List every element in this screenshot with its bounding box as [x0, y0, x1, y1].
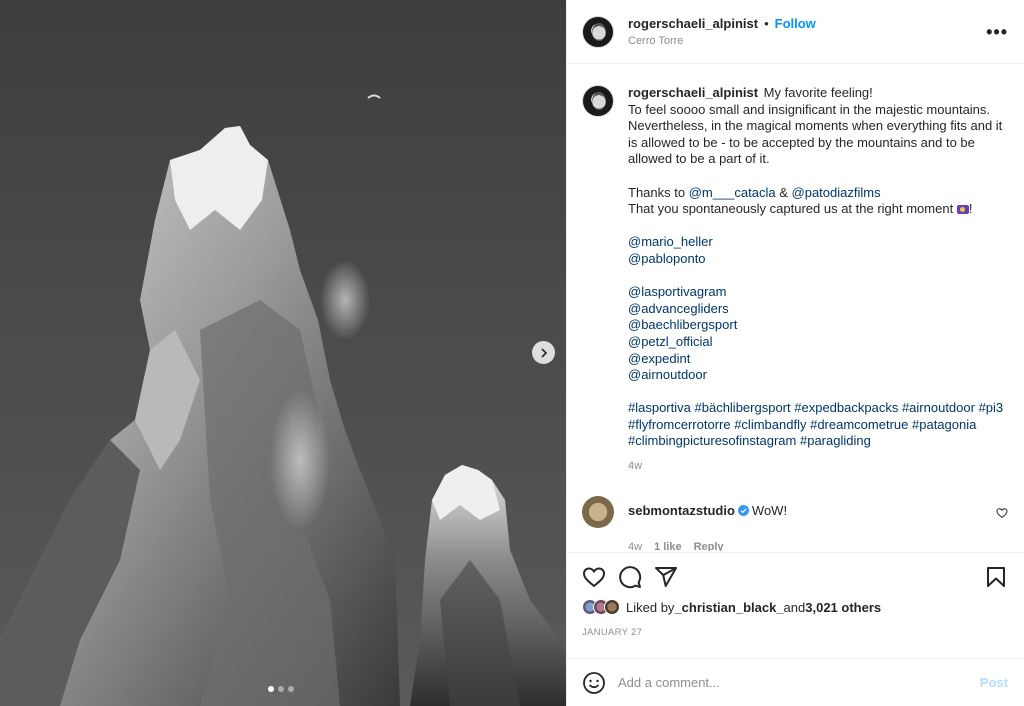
caption-avatar[interactable] — [582, 85, 614, 117]
hashtag-link[interactable]: #bächlibergsport — [695, 400, 791, 415]
mountain-image — [0, 0, 566, 706]
thanks-and: & — [775, 184, 792, 200]
comment-body: WoW! — [751, 503, 788, 519]
hashtag-link[interactable]: #airnoutdoor — [902, 400, 975, 415]
reply-button[interactable]: Reply — [694, 541, 724, 551]
comment: sebmontazstudio WoW! — [582, 496, 1008, 529]
carousel-dot — [288, 686, 294, 692]
hashtag-link[interactable]: #pi3 — [979, 400, 1004, 415]
hashtags: #lasportiva #bächlibergsport #expedbackp… — [628, 400, 1007, 448]
captured-end: ! — [968, 201, 973, 217]
liker-username[interactable]: _christian_black_ — [674, 600, 783, 615]
post-header: rogerschaeli_alpinist • Follow Cerro Tor… — [567, 0, 1024, 64]
caption-row: rogerschaeli_alpinist My favorite feelin… — [582, 85, 1008, 450]
post-comment-button[interactable]: Post — [980, 675, 1008, 690]
more-options-button[interactable]: ••• — [986, 23, 1008, 41]
post-actions: Liked by _christian_black_ and 3,021 oth… — [567, 552, 1024, 658]
mention-link[interactable]: @expedint — [628, 351, 690, 366]
mentions-group-2: @lasportivagram @advancegliders @baechli… — [628, 284, 737, 382]
mention-link[interactable]: @advancegliders — [628, 301, 729, 316]
mention-link[interactable]: @lasportivagram — [628, 284, 726, 299]
mention-link[interactable]: @airnoutdoor — [628, 367, 707, 382]
header-text: rogerschaeli_alpinist • Follow Cerro Tor… — [628, 16, 986, 47]
mention-link[interactable]: @baechlibergsport — [628, 317, 737, 332]
mention-link[interactable]: @petzl_official — [628, 334, 713, 349]
bookmark-icon[interactable] — [984, 565, 1008, 589]
caption-line1: My favorite feeling! — [760, 85, 873, 100]
post-side-panel: rogerschaeli_alpinist • Follow Cerro Tor… — [566, 0, 1024, 706]
author-avatar[interactable] — [582, 15, 614, 48]
carousel-dot — [278, 686, 284, 692]
post-photo[interactable] — [0, 0, 566, 706]
caption-username[interactable]: rogerschaeli_alpinist — [628, 85, 758, 100]
comment-icon[interactable] — [618, 565, 642, 589]
caption-line2: To feel soooo small and insignificant in… — [628, 101, 1006, 167]
hashtag-link[interactable]: #climbandfly — [734, 417, 806, 432]
thanks-prefix: Thanks to — [628, 184, 689, 200]
captured-text: That you spontaneously captured us at th… — [628, 201, 957, 217]
carousel-indicator — [268, 686, 294, 692]
caption-text: rogerschaeli_alpinist My favorite feelin… — [628, 85, 1008, 450]
comment-input[interactable] — [618, 675, 980, 690]
post-date: JANUARY 27 — [582, 627, 643, 638]
heart-icon[interactable] — [582, 565, 606, 589]
post-modal: rogerschaeli_alpinist • Follow Cerro Tor… — [0, 0, 1024, 706]
post-location[interactable]: Cerro Torre — [628, 35, 986, 47]
hashtag-link[interactable]: #paragliding — [800, 433, 871, 448]
comments-area[interactable]: rogerschaeli_alpinist My favorite feelin… — [567, 65, 1024, 551]
chevron-right-icon — [540, 347, 547, 358]
liker-avatar — [604, 599, 620, 615]
liker-avatars[interactable] — [582, 599, 620, 615]
header-line: rogerschaeli_alpinist • Follow — [628, 16, 986, 31]
smile-icon[interactable] — [582, 671, 606, 695]
likes-summary: Liked by _christian_black_ and 3,021 oth… — [582, 599, 1008, 615]
camera-emoji-icon — [956, 205, 969, 215]
mention-link[interactable]: @pabloponto — [628, 251, 706, 266]
action-icons — [582, 563, 1008, 591]
likes-and: and — [783, 599, 806, 615]
hashtag-link[interactable]: #patagonia — [912, 417, 976, 432]
comment-text: sebmontazstudio WoW! — [628, 496, 996, 518]
likes-others[interactable]: 3,021 others — [805, 600, 881, 615]
hashtag-link[interactable]: #flyfromcerrotorre — [628, 417, 731, 432]
author-username[interactable]: rogerschaeli_alpinist — [628, 16, 758, 31]
mention-link[interactable]: @mario_heller — [628, 234, 713, 249]
hashtag-link[interactable]: #climbingpicturesofinstagram — [628, 433, 796, 448]
comment-meta: 4w 1 like Reply — [628, 541, 1008, 551]
likes-prefix: Liked by — [626, 599, 675, 615]
commenter-avatar[interactable] — [582, 496, 614, 529]
like-comment-heart-icon[interactable] — [996, 507, 1008, 519]
hashtag-link[interactable]: #lasportiva — [628, 400, 691, 415]
share-icon[interactable] — [654, 565, 678, 589]
comment-likes[interactable]: 1 like — [654, 541, 682, 551]
mention-link[interactable]: @m___catacla — [689, 185, 776, 200]
commenter-username[interactable]: sebmontazstudio — [628, 503, 735, 518]
separator-dot: • — [764, 16, 769, 31]
verified-icon — [737, 505, 749, 517]
hashtag-link[interactable]: #dreamcometrue — [810, 417, 908, 432]
comment-time: 4w — [628, 541, 643, 551]
carousel-next-button[interactable] — [532, 341, 555, 364]
mentions-group-1: @mario_heller @pabloponto — [628, 234, 713, 266]
caption-time: 4w — [628, 460, 643, 473]
carousel-dot — [268, 686, 274, 692]
hashtag-link[interactable]: #expedbackpacks — [794, 400, 898, 415]
mention-link[interactable]: @patodiazfilms — [792, 185, 881, 200]
add-comment-bar: Post — [567, 658, 1024, 706]
follow-button[interactable]: Follow — [775, 16, 816, 31]
